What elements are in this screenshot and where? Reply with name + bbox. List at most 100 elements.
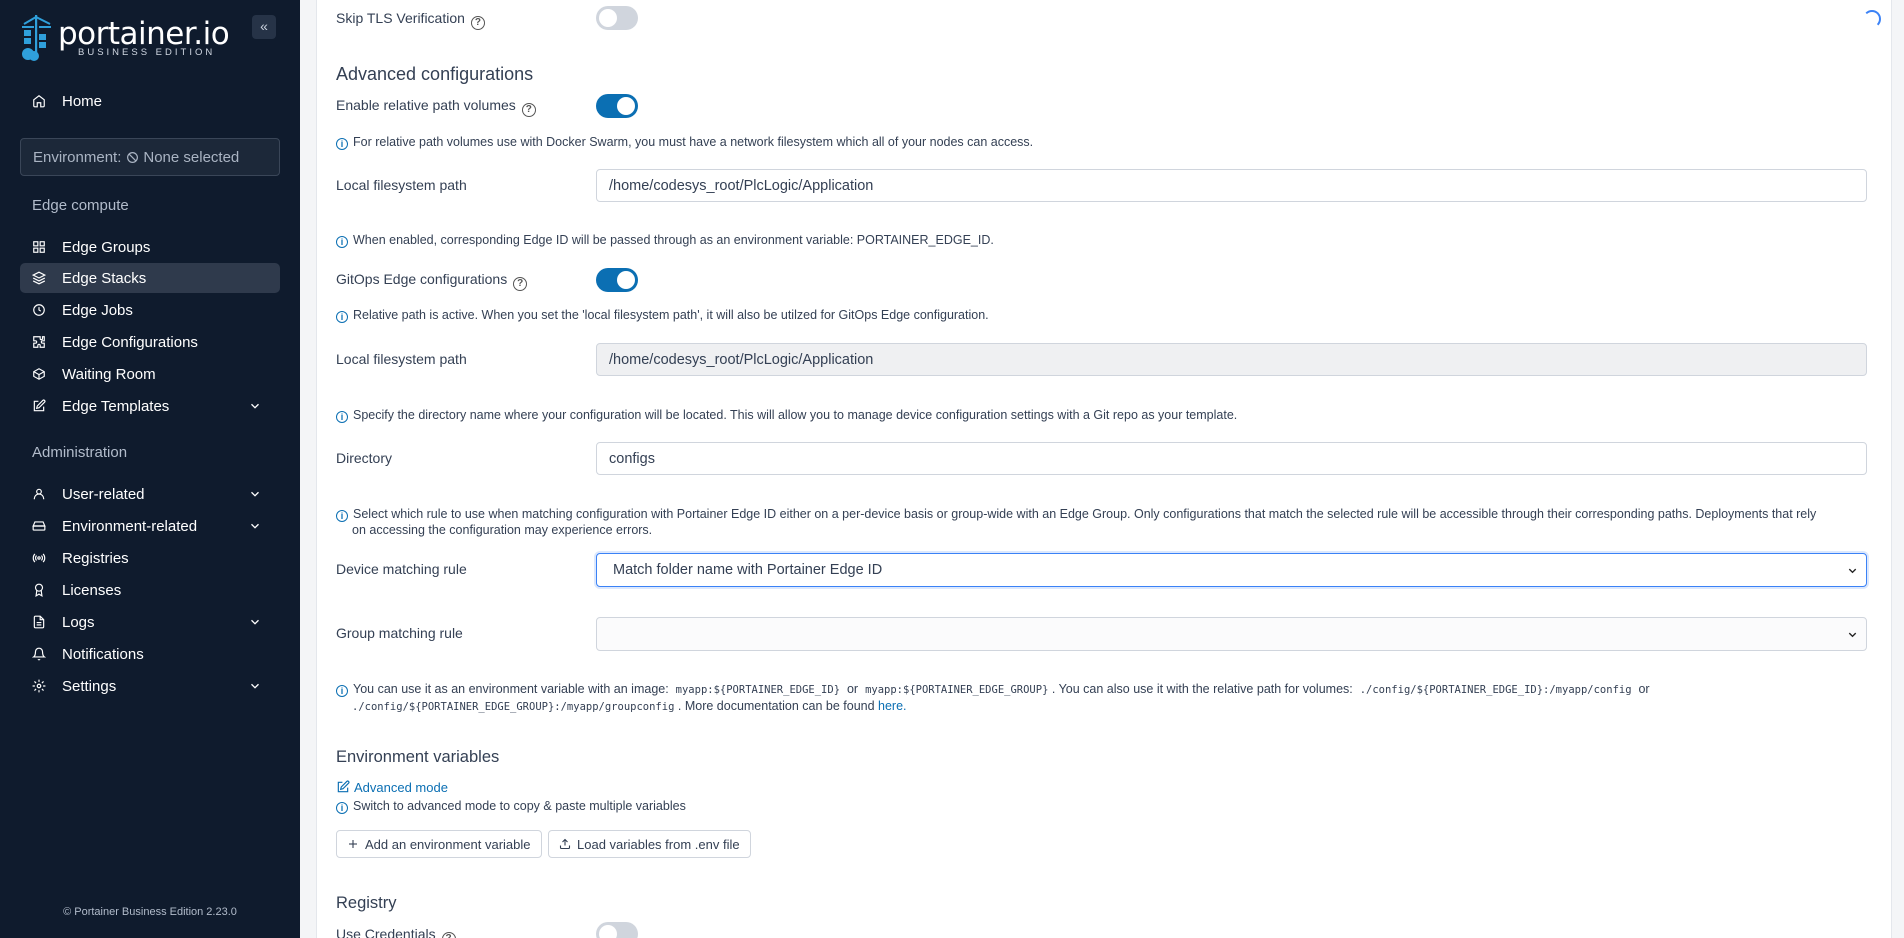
info-icon: i: [336, 510, 348, 522]
chevron-down-icon: [251, 523, 259, 529]
sidebar-item-label: Logs: [62, 613, 95, 631]
documentation-link[interactable]: here.: [878, 699, 907, 713]
sidebar-item-edge-jobs[interactable]: Edge Jobs: [20, 295, 280, 325]
environment-variables-title: Environment variables: [336, 748, 500, 766]
relative-path-label-text: Enable relative path volumes: [336, 97, 516, 113]
usage-text-3: . More documentation can be found: [677, 699, 875, 713]
local-fs-label-2: Local filesystem path: [336, 351, 467, 367]
button-label: Add an environment variable: [365, 836, 531, 852]
sidebar-item-label: Home: [62, 92, 103, 110]
local-filesystem-path-input[interactable]: /home/codesys_root/PlcLogic/Application: [596, 169, 1867, 202]
environment-value: None selected: [143, 148, 240, 166]
info-icon: i: [336, 138, 348, 150]
matching-rule-info: i Select which rule to use when matching …: [336, 506, 1876, 538]
version-footer: © Portainer Business Edition 2.23.0: [63, 906, 237, 918]
sidebar-item-registries[interactable]: Registries: [20, 543, 280, 573]
directory-info: i Specify the directory name where your c…: [336, 407, 1237, 423]
info-icon: i: [336, 802, 348, 814]
loading-spinner-icon: [1863, 10, 1881, 28]
chevron-down-icon: [251, 619, 259, 625]
clock-icon: [32, 303, 46, 317]
sidebar-item-user-related[interactable]: User-related: [20, 479, 280, 509]
advanced-mode-info: i Switch to advanced mode to copy & paste…: [336, 798, 686, 814]
grid-icon: [32, 240, 46, 254]
help-icon[interactable]: ?: [513, 277, 528, 291]
usage-code-volume-groupconfig: ./config/${PORTAINER_EDGE_GROUP}:/myapp/…: [352, 701, 675, 713]
portainer-logo[interactable]: portainer.io BUSINESS EDITION: [20, 14, 230, 64]
relative-path-toggle[interactable]: [596, 94, 638, 118]
use-credentials-toggle[interactable]: [596, 922, 638, 938]
advanced-mode-link[interactable]: Advanced mode: [336, 780, 448, 796]
layers-icon: [32, 271, 46, 285]
load-env-file-button[interactable]: Load variables from .env file: [548, 830, 751, 858]
sidebar-item-waiting-room[interactable]: Waiting Room: [20, 359, 280, 389]
settings-icon: [32, 679, 46, 693]
toggle-knob: [599, 9, 617, 27]
help-icon[interactable]: ?: [441, 932, 456, 938]
usage-code-edge-id: myapp:${PORTAINER_EDGE_ID}: [675, 684, 841, 696]
toggle-knob: [617, 97, 635, 115]
usage-text-1: You can use it as an environment variabl…: [353, 682, 669, 696]
sidebar-item-label: Licenses: [62, 581, 122, 599]
sidebar-item-label: Registries: [62, 549, 129, 567]
device-matching-rule-value: Match folder name with Portainer Edge ID: [613, 562, 883, 578]
award-icon: [32, 583, 46, 597]
sidebar-item-label: User-related: [62, 485, 145, 503]
sidebar-item-edge-groups[interactable]: Edge Groups: [20, 232, 280, 262]
relative-path-info: i For relative path volumes use with Dock…: [336, 134, 1033, 150]
chevron-down-icon: [251, 403, 259, 409]
environment-prefix: Environment:: [33, 148, 122, 166]
sidebar-item-environment-related[interactable]: Environment-related: [20, 511, 280, 541]
gitops-label: GitOps Edge configurations?: [336, 271, 528, 291]
add-environment-variable-button[interactable]: Add an environment variable: [336, 830, 542, 858]
info-text: When enabled, corresponding Edge ID will…: [353, 233, 994, 247]
upload-icon: [559, 838, 571, 850]
sidebar-item-edge-stacks[interactable]: Edge Stacks: [20, 263, 280, 293]
portainer-logo-icon: [22, 15, 51, 61]
sidebar-item-edge-templates[interactable]: Edge Templates: [20, 391, 280, 421]
sidebar-item-label: Edge Stacks: [62, 269, 147, 287]
sidebar-item-licenses[interactable]: Licenses: [20, 575, 280, 605]
box-icon: [32, 367, 46, 381]
skip-tls-toggle[interactable]: [596, 6, 638, 30]
sidebar-item-label: Edge Configurations: [62, 333, 198, 351]
info-text-line-1: Select which rule to use when matching c…: [353, 507, 1817, 521]
advanced-configurations-title: Advanced configurations: [336, 64, 534, 84]
sidebar-item-label: Notifications: [62, 645, 144, 663]
toggle-knob: [599, 925, 617, 938]
skip-tls-label: Skip TLS Verification?: [336, 10, 485, 30]
toggle-knob: [617, 271, 635, 289]
section-administration: Administration: [32, 444, 128, 461]
sidebar-item-edge-configurations[interactable]: Edge Configurations: [20, 327, 280, 357]
group-matching-rule-select[interactable]: [596, 617, 1867, 651]
sidebar-item-logs[interactable]: Logs: [20, 607, 280, 637]
info-text-line-2: on accessing the configuration may exper…: [352, 523, 653, 537]
sidebar-item-notifications[interactable]: Notifications: [20, 639, 280, 669]
gitops-toggle[interactable]: [596, 268, 638, 292]
help-icon[interactable]: ?: [521, 103, 536, 117]
sidebar-item-label: Edge Templates: [62, 397, 170, 415]
usage-code-edge-group: myapp:${PORTAINER_EDGE_GROUP}: [865, 684, 1049, 696]
info-icon: i: [336, 236, 348, 248]
use-credentials-label-text: Use Credentials: [336, 926, 436, 938]
chevron-down-icon: [251, 491, 259, 497]
sidebar-item-settings[interactable]: Settings: [20, 671, 280, 701]
usage-or: or: [846, 682, 859, 696]
help-icon[interactable]: ?: [470, 16, 485, 30]
directory-input[interactable]: configs: [596, 442, 1867, 475]
collapse-sidebar-button[interactable]: «: [252, 15, 276, 39]
home-icon: [32, 94, 46, 108]
main-content: Skip TLS Verification? Advanced configur…: [300, 0, 1904, 938]
chevron-down-icon: [1848, 632, 1857, 638]
skip-tls-label-text: Skip TLS Verification: [336, 10, 465, 26]
edit-icon: [337, 780, 350, 793]
gitops-info: i Relative path is active. When you set t…: [336, 307, 989, 323]
info-text: Relative path is active. When you set th…: [353, 308, 989, 322]
info-text: Specify the directory name where your co…: [353, 408, 1238, 422]
device-matching-rule-select[interactable]: Match folder name with Portainer Edge ID: [596, 553, 1867, 587]
info-text: For relative path volumes use with Docke…: [353, 135, 1034, 149]
sidebar-item-home[interactable]: Home: [20, 86, 280, 116]
chevron-down-icon: [1848, 568, 1857, 574]
environment-selector[interactable]: Environment: None selected: [20, 138, 280, 176]
usage-code-volume-config: ./config/${PORTAINER_EDGE_ID}:/myapp/con…: [1359, 684, 1632, 696]
